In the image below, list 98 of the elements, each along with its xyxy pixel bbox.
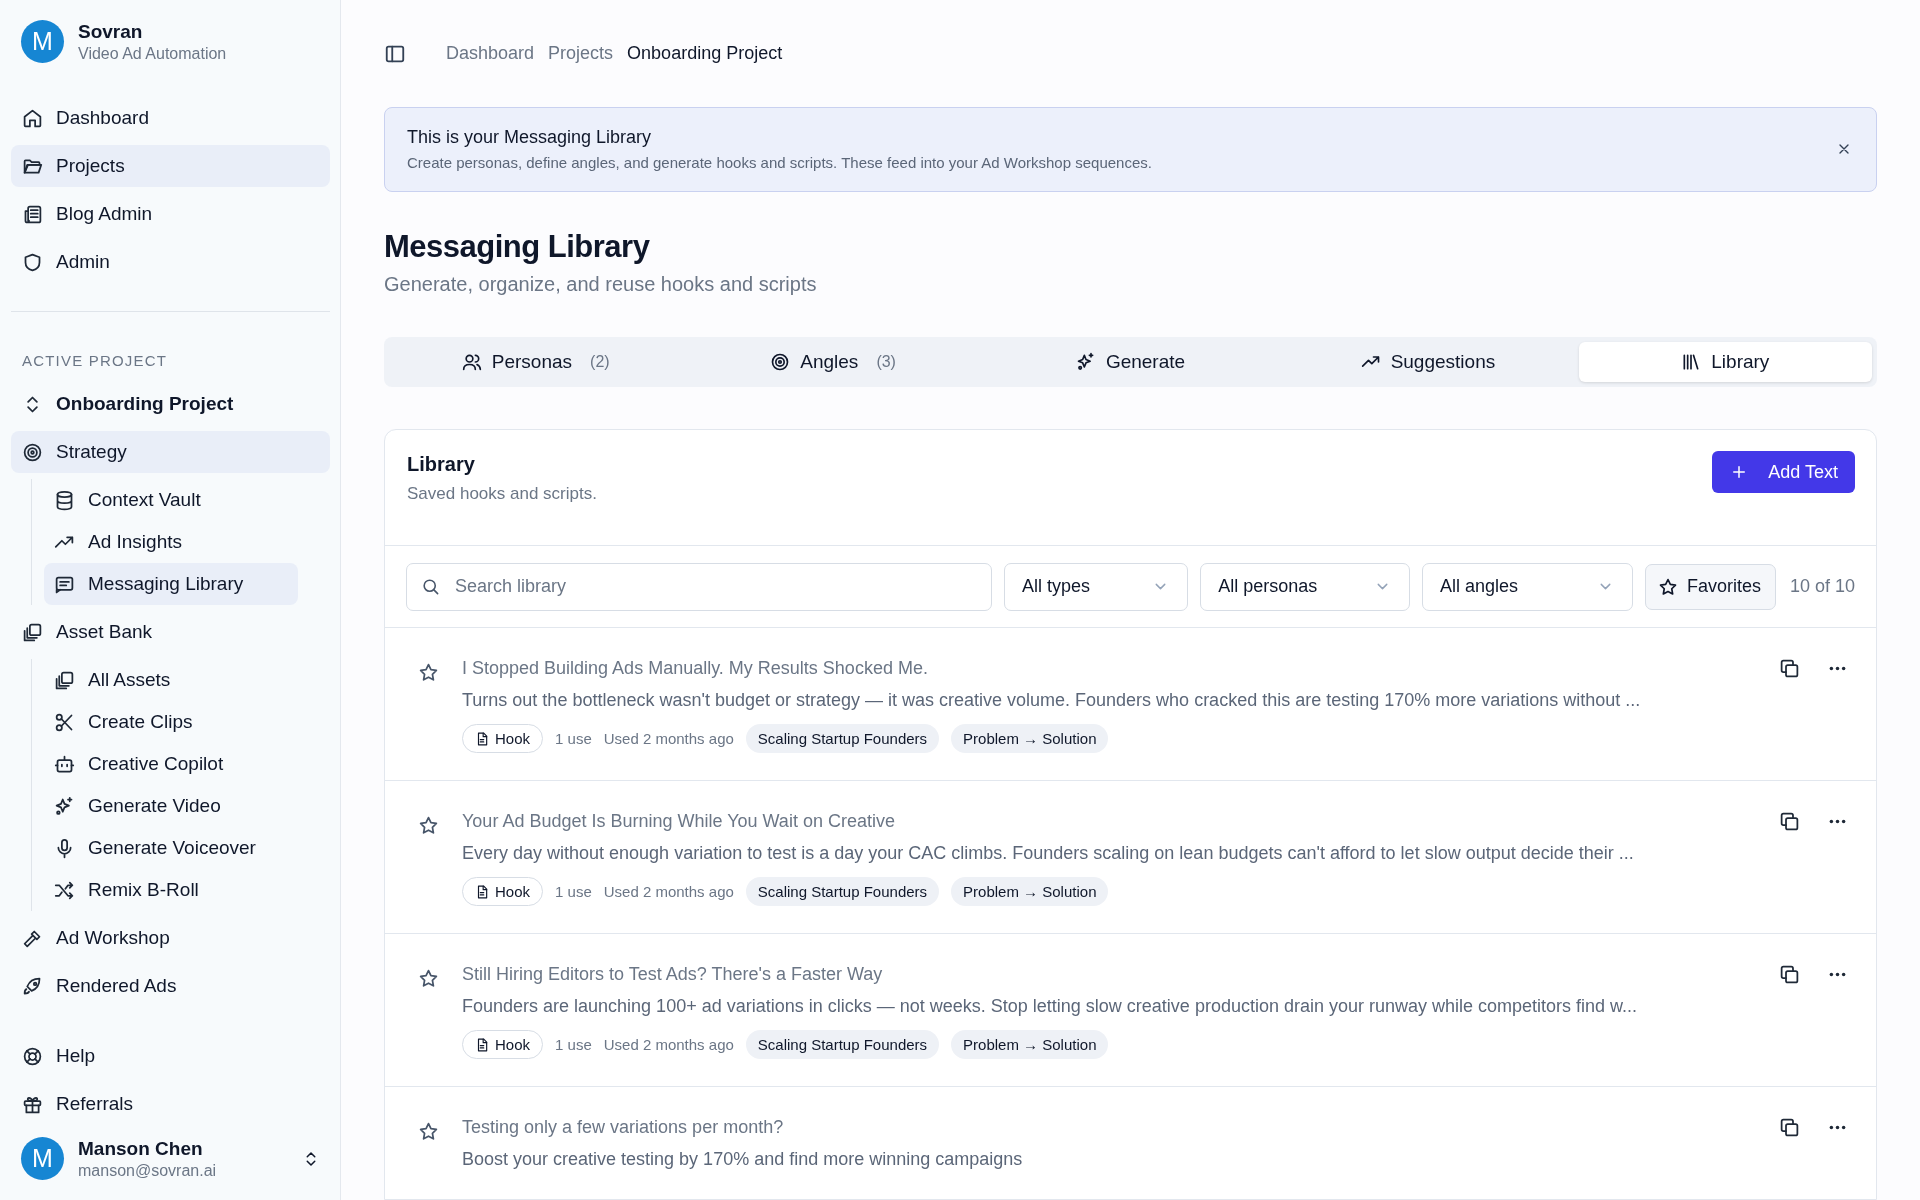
nav-item[interactable]: Remix B-Roll [44,869,298,911]
nav-item[interactable]: Help [11,1035,330,1077]
nav-item[interactable]: Generate Voiceover [44,827,298,869]
document-icon [475,731,489,746]
star-icon[interactable] [418,1121,439,1142]
entry-text: Turns out the bottleneck wasn't budget or strategy — it was creative volume. Founders who cracked this are testing 170% more variations without ... [462,690,1642,711]
angle-tag: Problem → Solution [951,877,1109,906]
persona-tag: Scaling Startup Founders [745,877,940,906]
search-field[interactable]: Search library [406,562,992,611]
tab[interactable]: Generate [983,342,1278,382]
persona-tag: Scaling Startup Founders [745,724,940,753]
scissors-icon [54,711,75,733]
user-email: manson@sovran.ai [78,1161,218,1180]
banner-text: Create personas, define angles, and generate hooks and scripts. These feed into your Ad Workshop sequences. [407,154,1152,171]
section-heading: ACTIVE PROJECT [21,352,169,369]
usage-count: 1 use [555,1036,592,1053]
copy-icon[interactable] [1779,1117,1800,1138]
page-title: Messaging Library [384,229,651,265]
entry-title: Still Hiring Editors to Test Ads? There's a Faster Way [462,964,884,985]
nav-item[interactable]: Context Vault [44,479,298,521]
sparkle-icon [1075,352,1096,372]
nav-item[interactable]: Rendered Ads [11,965,330,1007]
tab[interactable]: Angles (3) [686,342,980,382]
database-icon [54,489,75,511]
app-name: Sovran [78,20,144,43]
tab[interactable]: Library [1578,342,1873,382]
shield-icon [22,251,43,273]
breadcrumb-link[interactable]: Projects [548,43,614,64]
user-menu[interactable]: M Manson Chen manson@sovran.ai [11,1131,330,1186]
copy-icon[interactable] [1779,811,1800,832]
copies-icon [54,669,75,691]
project-switcher[interactable]: Onboarding Project [11,383,330,425]
tab[interactable]: Suggestions [1281,342,1575,382]
star-icon[interactable] [418,662,439,683]
copies-icon [22,621,43,643]
favorites-button[interactable]: Favorites [1644,563,1776,610]
target-icon [770,352,791,372]
entry-text: Every day without enough variation to test is a day your CAC climbs. Founders scaling on lean budgets can't afford to let slow output decide their ... [462,843,1635,864]
star-icon[interactable] [418,968,439,989]
breadcrumb-link[interactable]: Onboarding Project [627,43,783,64]
banner-title: This is your Messaging Library [407,127,653,148]
nav-item[interactable]: Dashboard [11,97,330,139]
nav-item[interactable]: Referrals [11,1083,330,1125]
nav-item[interactable]: Asset Bank [11,611,330,653]
breadcrumb-link[interactable]: Dashboard [446,43,535,64]
nav-item[interactable]: Admin [11,241,330,283]
user-name: Manson Chen [78,1137,204,1160]
tab[interactable]: Personas (2) [389,342,683,382]
persona-tag: Scaling Startup Founders [745,1030,940,1059]
usage-count: 1 use [555,883,592,900]
nav-item[interactable]: Blog Admin [11,193,330,235]
entry-title: Testing only a few variations per month? [462,1117,785,1138]
rocket-icon [22,975,43,997]
add-text-button[interactable]: Add Text [1712,451,1855,493]
star-icon[interactable] [418,815,439,836]
newspaper-icon [22,203,43,225]
card-title: Library [407,453,476,476]
lifebuoy-icon [22,1045,43,1067]
last-used: Used 2 months ago [603,730,734,747]
sparkle-icon [54,795,75,817]
star-icon [1657,576,1678,597]
nav-item[interactable]: Strategy [11,431,330,473]
copy-icon[interactable] [1779,964,1800,985]
nav-item[interactable]: Generate Video [44,785,298,827]
filter-dropdown[interactable]: All angles [1422,562,1633,611]
robot-icon [54,753,75,775]
entry-title: Your Ad Budget Is Burning While You Wait on Creative [462,811,896,832]
card-subtitle: Saved hooks and scripts. [407,484,597,504]
app-subtitle: Video Ad Automation [78,44,227,63]
nav-item[interactable]: Messaging Library [44,563,298,605]
angle-tag: Problem → Solution [951,724,1109,753]
nav-item[interactable]: Projects [11,145,330,187]
entry-text: Founders are launching 100+ ad variations in clicks — not weeks. Stop letting slow creative production drain your runway while competitors find w... [462,996,1639,1017]
page-subtitle: Generate, organize, and reuse hooks and scripts [384,273,818,296]
document-icon [475,884,489,899]
home-icon [22,107,43,129]
nav-item[interactable]: All Assets [44,659,298,701]
last-used: Used 2 months ago [603,1036,734,1053]
avatar: M [21,1137,64,1180]
nav-item[interactable]: Creative Copilot [44,743,298,785]
last-used: Used 2 months ago [603,883,734,900]
document-icon [475,1037,489,1052]
filter-dropdown[interactable]: All types [1004,562,1189,611]
nav-item[interactable]: Create Clips [44,701,298,743]
result-count: 10 of 10 [1789,576,1855,597]
shuffle-icon [54,879,75,901]
copy-icon[interactable] [1779,658,1800,679]
search-icon [421,576,440,596]
users-icon [461,352,482,372]
avatar: M [21,20,64,63]
nav-item[interactable]: Ad Insights [44,521,298,563]
entry-title: I Stopped Building Ads Manually. My Results Shocked Me. [462,658,929,679]
entry-text: Boost your creative testing by 170% and find more winning campaigns [462,1149,1024,1170]
filter-dropdown[interactable]: All personas [1200,562,1411,611]
angle-tag: Problem → Solution [951,1030,1109,1059]
target-icon [22,441,43,463]
nav-item[interactable]: Ad Workshop [11,917,330,959]
usage-count: 1 use [555,730,592,747]
